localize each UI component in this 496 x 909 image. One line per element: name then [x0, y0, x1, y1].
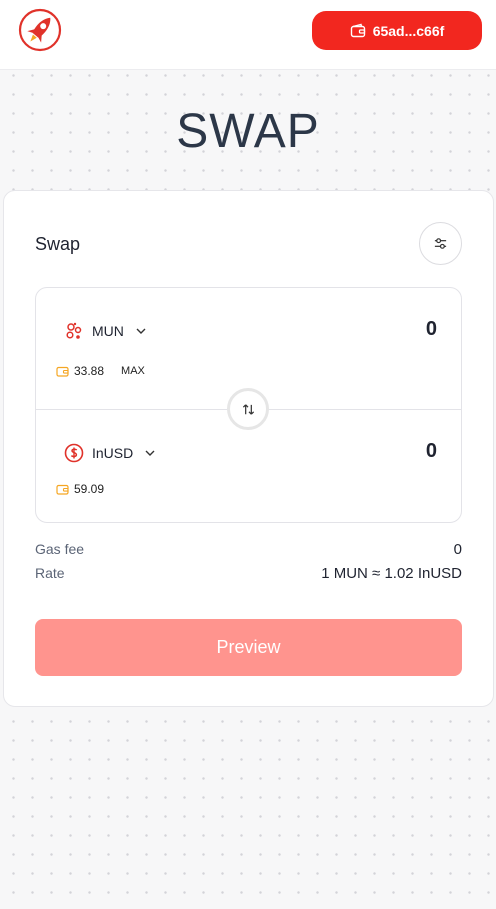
- sliders-icon: [434, 238, 447, 249]
- wallet-address: 65ad...c66f: [372, 22, 445, 39]
- to-token-selector[interactable]: InUSD: [64, 442, 156, 464]
- from-balance-value: 33.88: [74, 364, 105, 378]
- settings-button[interactable]: [419, 222, 462, 265]
- rate-label: Rate: [35, 565, 65, 581]
- to-amount-input[interactable]: [297, 440, 437, 463]
- swap-card: Swap MUN 0 33.88 MAX InUSD 0 59.09 Gas f…: [3, 190, 494, 707]
- wallet-icon: [56, 484, 69, 495]
- max-button[interactable]: MAX: [121, 365, 145, 377]
- to-balance-value: 59.09: [74, 482, 105, 496]
- wallet-icon: [350, 23, 365, 37]
- wallet-icon: [56, 366, 69, 377]
- to-token-name: InUSD: [92, 445, 134, 461]
- card-title: Swap: [35, 234, 81, 254]
- rocket-logo-icon[interactable]: [18, 8, 62, 52]
- from-amount-input[interactable]: [297, 318, 437, 341]
- gas-fee-value: 0: [453, 541, 462, 558]
- wallet-address-button[interactable]: 65ad...c66f: [312, 11, 482, 50]
- preview-button[interactable]: Preview: [35, 619, 462, 676]
- from-token-selector[interactable]: MUN: [64, 320, 147, 342]
- top-bar: 65ad...c66f: [0, 0, 496, 70]
- chevron-down-icon: [136, 328, 146, 334]
- from-token-name: MUN: [92, 323, 124, 339]
- gas-fee-label: Gas fee: [35, 541, 85, 557]
- chevron-down-icon: [145, 450, 155, 456]
- swap-box: MUN 33.88 MAX: [35, 287, 462, 523]
- mun-token-icon: [64, 321, 84, 341]
- to-balance: 59.09: [56, 482, 104, 496]
- from-balance: 33.88 MAX: [56, 364, 145, 378]
- to-token-row: InUSD 59.09: [36, 410, 461, 531]
- dollar-coin-icon: [64, 443, 84, 463]
- page-title: SWAP: [176, 105, 320, 158]
- rate-value: 1 MUN ≈ 1.02 InUSD: [321, 565, 462, 582]
